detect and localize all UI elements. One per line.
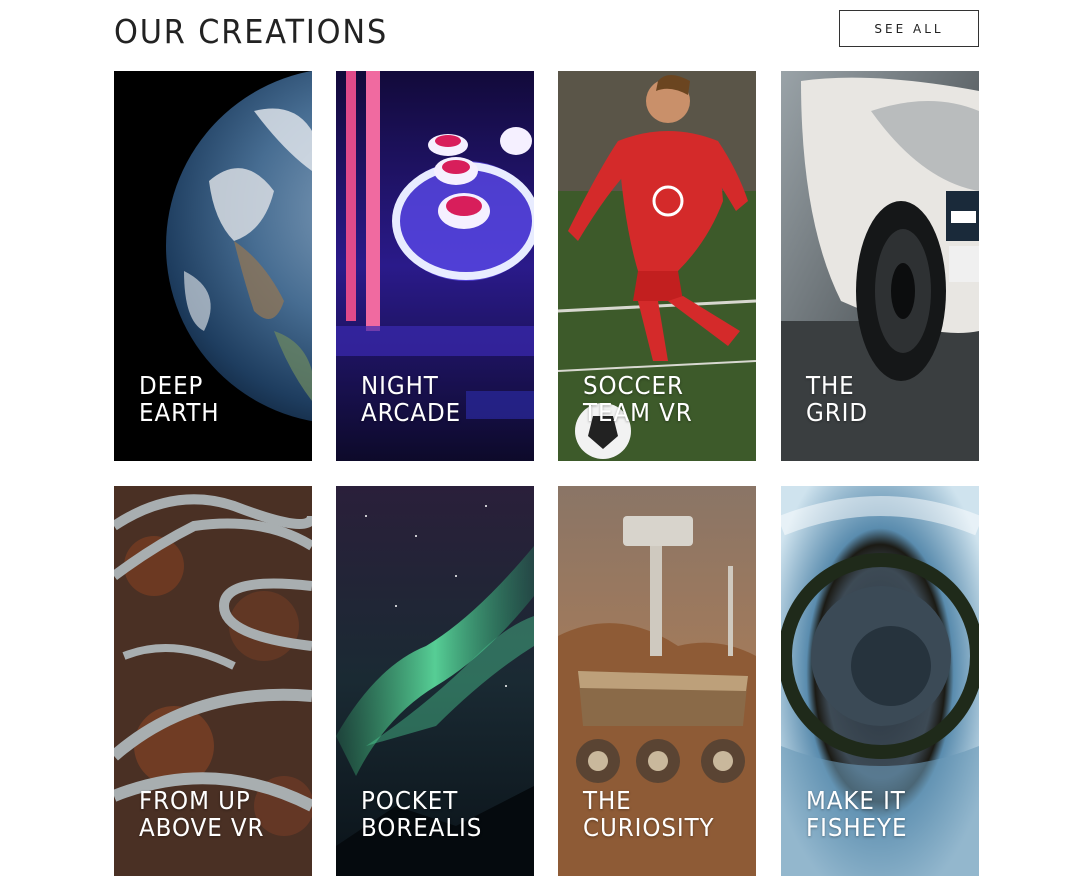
- card-make-it-fisheye[interactable]: MAKE IT FISHEYE: [781, 486, 979, 876]
- card-title: NIGHT ARCADE: [361, 371, 462, 427]
- card-title: MAKE IT FISHEYE: [806, 786, 908, 842]
- card-the-curiosity[interactable]: THE CURIOSITY: [558, 486, 756, 876]
- card-title: DEEP EARTH: [139, 371, 220, 427]
- card-title: SOCCER TEAM VR: [583, 371, 693, 427]
- card-title: THE GRID: [806, 371, 868, 427]
- page-title: OUR CREATIONS: [114, 12, 389, 51]
- card-soccer-team-vr[interactable]: SOCCER TEAM VR: [558, 71, 756, 461]
- card-title: FROM UP ABOVE VR: [139, 786, 265, 842]
- section-header: OUR CREATIONS SEE ALL: [114, 10, 979, 51]
- card-the-grid[interactable]: THE GRID: [781, 71, 979, 461]
- card-night-arcade[interactable]: NIGHT ARCADE: [336, 71, 534, 461]
- see-all-button[interactable]: SEE ALL: [839, 10, 979, 47]
- card-title: THE CURIOSITY: [583, 786, 715, 842]
- card-pocket-borealis[interactable]: POCKET BOREALIS: [336, 486, 534, 876]
- card-deep-earth[interactable]: DEEP EARTH: [114, 71, 312, 461]
- card-title: POCKET BOREALIS: [361, 786, 483, 842]
- card-from-up-above-vr[interactable]: FROM UP ABOVE VR: [114, 486, 312, 876]
